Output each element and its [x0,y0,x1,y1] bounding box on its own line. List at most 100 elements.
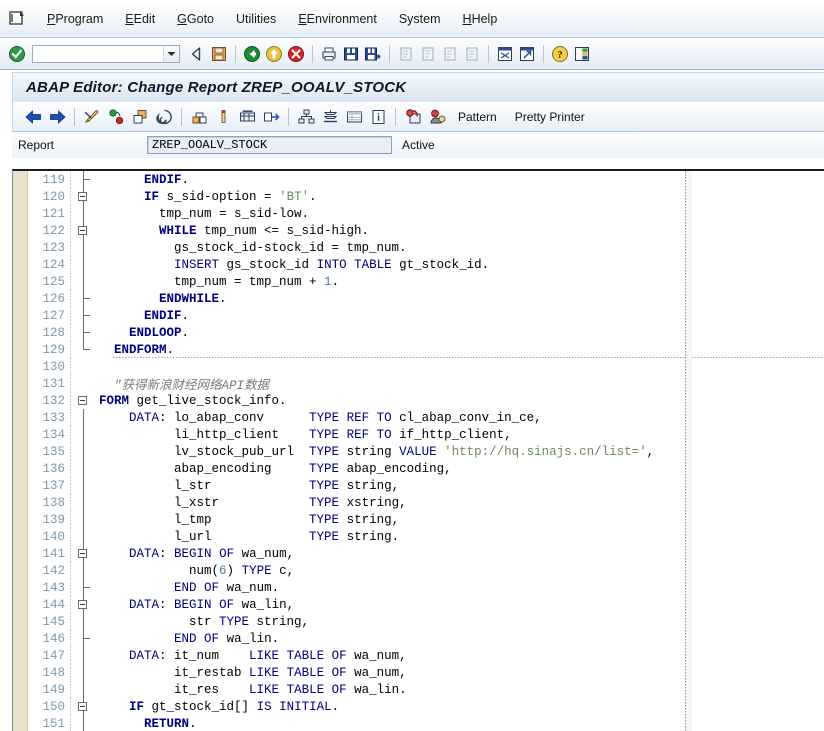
navigate-icon[interactable] [259,106,283,128]
code-line[interactable]: 140 l_url TYPE string. [28,528,824,545]
code-line[interactable]: 135 lv_stock_pub_url TYPE string VALUE '… [28,443,824,460]
collapse-toggle-icon[interactable] [78,549,87,558]
code-line[interactable]: 133 DATA: lo_abap_conv TYPE REF TO cl_ab… [28,409,824,426]
breakpoint-icon[interactable] [211,106,235,128]
code-line[interactable]: 147 DATA: it_num LIKE TABLE OF wa_num, [28,647,824,664]
code-text[interactable]: END OF wa_num. [97,581,824,595]
find-next-icon[interactable] [362,43,384,65]
code-text[interactable]: IF s_sid-option = 'BT'. [97,190,824,204]
code-text[interactable]: lv_stock_pub_url TYPE string VALUE 'http… [97,445,824,459]
print-icon[interactable] [318,43,340,65]
code-line[interactable]: 126 ENDWHILE. [28,290,824,307]
code-text[interactable]: IF gt_stock_id[] IS INITIAL. [97,700,824,714]
code-line[interactable]: 127 ENDIF. [28,307,824,324]
check-syntax-icon[interactable] [80,106,104,128]
first-page-icon[interactable] [395,43,417,65]
debug-user-icon[interactable] [425,106,449,128]
code-text[interactable]: RETURN. [97,717,824,731]
chevron-down-icon[interactable] [163,45,179,62]
pretty-printer-button[interactable]: Pretty Printer [506,108,594,126]
code-line[interactable]: 144 DATA: BEGIN OF wa_lin, [28,596,824,613]
code-text[interactable]: ENDLOOP. [97,326,824,340]
code-line[interactable]: 120 IF s_sid-option = 'BT'. [28,188,824,205]
create-session-icon[interactable] [494,43,516,65]
table-display-icon[interactable] [342,106,366,128]
code-line[interactable]: 149 it_res LIKE TABLE OF wa_lin. [28,681,824,698]
copy-object-icon[interactable] [128,106,152,128]
display-object-list-icon[interactable] [235,106,259,128]
code-text[interactable]: l_xstr TYPE xstring, [97,496,824,510]
menu-item-system[interactable]: System [388,10,452,28]
collapse-toggle-icon[interactable] [78,600,87,609]
help-icon[interactable]: ? [549,43,571,65]
code-text[interactable]: FORM get_live_stock_info. [97,394,824,408]
code-text[interactable]: num(6) TYPE c, [97,564,824,578]
code-line[interactable]: 146 END OF wa_lin. [28,630,824,647]
code-editor[interactable]: 119 ENDIF. 120 IF s_sid-option = 'BT'. 121… [12,169,824,731]
code-text[interactable]: tmp_num = tmp_num + 1. [97,275,824,289]
green-check-enter-icon[interactable] [6,43,28,65]
code-line[interactable]: 125 tmp_num = tmp_num + 1. [28,273,824,290]
code-line[interactable]: 151 RETURN. [28,715,824,731]
exit-yellow-icon[interactable] [263,43,285,65]
code-line[interactable]: 134 li_http_client TYPE REF TO if_http_c… [28,426,824,443]
activate-icon[interactable] [104,106,128,128]
code-line[interactable]: 132 FORM get_live_stock_info. [28,392,824,409]
back-arrow-icon[interactable] [186,43,208,65]
fold-column[interactable] [71,188,97,205]
code-line[interactable]: 124 INSERT gs_stock_id INTO TABLE gt_sto… [28,256,824,273]
fold-column[interactable] [71,392,97,409]
code-text[interactable]: DATA: BEGIN OF wa_lin, [97,598,824,612]
code-text[interactable]: tmp_num = s_sid-low. [97,207,824,221]
collapse-toggle-icon[interactable] [78,396,87,405]
code-line[interactable]: 139 l_tmp TYPE string, [28,511,824,528]
code-line[interactable]: 129 ENDFORM. [28,341,824,358]
code-text[interactable]: str TYPE string, [97,615,824,629]
code-text[interactable]: END OF wa_lin. [97,632,824,646]
display-change-icon[interactable] [401,106,425,128]
back-blue-arrow-icon[interactable] [21,106,45,128]
code-text[interactable]: abap_encoding TYPE abap_encoding, [97,462,824,476]
code-line[interactable]: 130 [28,358,824,375]
last-page-icon[interactable] [461,43,483,65]
menu-item-help[interactable]: HHelp [452,10,509,28]
code-text[interactable]: it_restab LIKE TABLE OF wa_num, [97,666,824,680]
menu-item-program[interactable]: PProgram [36,10,114,28]
code-line[interactable]: 143 END OF wa_num. [28,579,824,596]
menu-item-edit[interactable]: EEdit [114,10,166,28]
object-structure-icon[interactable] [294,106,318,128]
code-text[interactable]: "获得新浪财经网络API数据 [97,374,824,393]
previous-page-icon[interactable] [417,43,439,65]
code-line[interactable]: 123 gs_stock_id-stock_id = tmp_num. [28,239,824,256]
code-text[interactable]: ENDFORM. [97,343,824,357]
collapse-toggle-icon[interactable] [78,226,87,235]
where-used-list-icon[interactable] [187,106,211,128]
cancel-red-icon[interactable] [285,43,307,65]
fold-column[interactable] [71,596,97,613]
trace-icon[interactable] [152,106,176,128]
code-text[interactable]: INSERT gs_stock_id INTO TABLE gt_stock_i… [97,258,824,272]
code-line[interactable]: 148 it_restab LIKE TABLE OF wa_num, [28,664,824,681]
fold-column[interactable] [71,698,97,715]
code-text[interactable]: l_url TYPE string. [97,530,824,544]
menu-item-goto[interactable]: GGoto [166,10,225,28]
code-line[interactable]: 128 ENDLOOP. [28,324,824,341]
fold-column[interactable] [71,545,97,562]
code-line[interactable]: 150 IF gt_stock_id[] IS INITIAL. [28,698,824,715]
code-text[interactable]: it_res LIKE TABLE OF wa_lin. [97,683,824,697]
menu-item-environment[interactable]: EEnvironment [287,10,388,28]
back-green-icon[interactable] [241,43,263,65]
code-text[interactable]: li_http_client TYPE REF TO if_http_clien… [97,428,824,442]
report-name-input[interactable]: ZREP_OOALV_STOCK [147,136,392,154]
code-line[interactable]: 142 num(6) TYPE c, [28,562,824,579]
code-line[interactable]: 119 ENDIF. [28,171,824,188]
code-text[interactable]: ENDIF. [97,309,824,323]
code-text[interactable]: DATA: BEGIN OF wa_num, [97,547,824,561]
code-text[interactable]: DATA: lo_abap_conv TYPE REF TO cl_abap_c… [97,411,824,425]
forward-blue-arrow-icon[interactable] [45,106,69,128]
code-text[interactable]: ENDIF. [97,173,824,187]
next-page-icon[interactable] [439,43,461,65]
command-field[interactable] [32,44,180,63]
code-text[interactable]: ENDWHILE. [97,292,824,306]
code-text[interactable]: DATA: it_num LIKE TABLE OF wa_num, [97,649,824,663]
